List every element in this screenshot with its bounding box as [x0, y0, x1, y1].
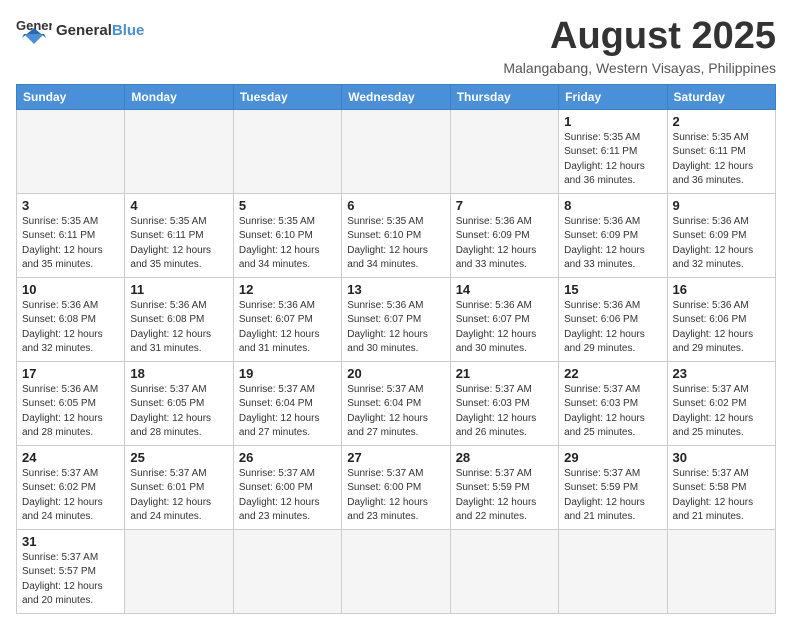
day-12: 12 Sunrise: 5:36 AMSunset: 6:07 PMDaylig… — [233, 277, 341, 361]
calendar-row-2: 3 Sunrise: 5:35 AMSunset: 6:11 PMDayligh… — [17, 193, 776, 277]
day-25: 25 Sunrise: 5:37 AMSunset: 6:01 PMDaylig… — [125, 445, 233, 529]
day-11: 11 Sunrise: 5:36 AMSunset: 6:08 PMDaylig… — [125, 277, 233, 361]
calendar-row-1: 1 Sunrise: 5:35 AMSunset: 6:11 PMDayligh… — [17, 109, 776, 193]
day-27: 27 Sunrise: 5:37 AMSunset: 6:00 PMDaylig… — [342, 445, 450, 529]
header-wednesday: Wednesday — [342, 84, 450, 109]
generalblue-logo-icon: General — [16, 16, 52, 44]
empty-cell — [450, 529, 558, 613]
weekday-header-row: Sunday Monday Tuesday Wednesday Thursday… — [17, 84, 776, 109]
calendar-row-4: 17 Sunrise: 5:36 AMSunset: 6:05 PMDaylig… — [17, 361, 776, 445]
day-29: 29 Sunrise: 5:37 AMSunset: 5:59 PMDaylig… — [559, 445, 667, 529]
calendar-table: Sunday Monday Tuesday Wednesday Thursday… — [16, 84, 776, 614]
header-friday: Friday — [559, 84, 667, 109]
day-3: 3 Sunrise: 5:35 AMSunset: 6:11 PMDayligh… — [17, 193, 125, 277]
header-monday: Monday — [125, 84, 233, 109]
day-31: 31 Sunrise: 5:37 AMSunset: 5:57 PMDaylig… — [17, 529, 125, 613]
day-30: 30 Sunrise: 5:37 AMSunset: 5:58 PMDaylig… — [667, 445, 775, 529]
empty-cell — [450, 109, 558, 193]
empty-cell — [125, 109, 233, 193]
empty-cell — [559, 529, 667, 613]
empty-cell — [233, 529, 341, 613]
header-thursday: Thursday — [450, 84, 558, 109]
day-28: 28 Sunrise: 5:37 AMSunset: 5:59 PMDaylig… — [450, 445, 558, 529]
day-19: 19 Sunrise: 5:37 AMSunset: 6:04 PMDaylig… — [233, 361, 341, 445]
empty-cell — [667, 529, 775, 613]
calendar-row-3: 10 Sunrise: 5:36 AMSunset: 6:08 PMDaylig… — [17, 277, 776, 361]
calendar-row-5: 24 Sunrise: 5:37 AMSunset: 6:02 PMDaylig… — [17, 445, 776, 529]
empty-cell — [17, 109, 125, 193]
month-title: August 2025 — [503, 16, 776, 58]
day-17: 17 Sunrise: 5:36 AMSunset: 6:05 PMDaylig… — [17, 361, 125, 445]
empty-cell — [342, 529, 450, 613]
empty-cell — [125, 529, 233, 613]
day-23: 23 Sunrise: 5:37 AMSunset: 6:02 PMDaylig… — [667, 361, 775, 445]
header-tuesday: Tuesday — [233, 84, 341, 109]
day-20: 20 Sunrise: 5:37 AMSunset: 6:04 PMDaylig… — [342, 361, 450, 445]
header-sunday: Sunday — [17, 84, 125, 109]
title-block: August 2025 Malangabang, Western Visayas… — [503, 16, 776, 76]
day-26: 26 Sunrise: 5:37 AMSunset: 6:00 PMDaylig… — [233, 445, 341, 529]
day-7: 7 Sunrise: 5:36 AMSunset: 6:09 PMDayligh… — [450, 193, 558, 277]
day-10: 10 Sunrise: 5:36 AMSunset: 6:08 PMDaylig… — [17, 277, 125, 361]
day-15: 15 Sunrise: 5:36 AMSunset: 6:06 PMDaylig… — [559, 277, 667, 361]
day-8: 8 Sunrise: 5:36 AMSunset: 6:09 PMDayligh… — [559, 193, 667, 277]
day-18: 18 Sunrise: 5:37 AMSunset: 6:05 PMDaylig… — [125, 361, 233, 445]
logo-text: GeneralBlue — [56, 23, 144, 38]
location: Malangabang, Western Visayas, Philippine… — [503, 60, 776, 76]
day-22: 22 Sunrise: 5:37 AMSunset: 6:03 PMDaylig… — [559, 361, 667, 445]
day-14: 14 Sunrise: 5:36 AMSunset: 6:07 PMDaylig… — [450, 277, 558, 361]
day-1: 1 Sunrise: 5:35 AMSunset: 6:11 PMDayligh… — [559, 109, 667, 193]
day-6: 6 Sunrise: 5:35 AMSunset: 6:10 PMDayligh… — [342, 193, 450, 277]
empty-cell — [342, 109, 450, 193]
day-2: 2 Sunrise: 5:35 AMSunset: 6:11 PMDayligh… — [667, 109, 775, 193]
logo: General GeneralBlue — [16, 16, 144, 44]
empty-cell — [233, 109, 341, 193]
day-16: 16 Sunrise: 5:36 AMSunset: 6:06 PMDaylig… — [667, 277, 775, 361]
header-saturday: Saturday — [667, 84, 775, 109]
day-4: 4 Sunrise: 5:35 AMSunset: 6:11 PMDayligh… — [125, 193, 233, 277]
day-9: 9 Sunrise: 5:36 AMSunset: 6:09 PMDayligh… — [667, 193, 775, 277]
day-21: 21 Sunrise: 5:37 AMSunset: 6:03 PMDaylig… — [450, 361, 558, 445]
calendar-row-6: 31 Sunrise: 5:37 AMSunset: 5:57 PMDaylig… — [17, 529, 776, 613]
day-5: 5 Sunrise: 5:35 AMSunset: 6:10 PMDayligh… — [233, 193, 341, 277]
day-13: 13 Sunrise: 5:36 AMSunset: 6:07 PMDaylig… — [342, 277, 450, 361]
page-header: General GeneralBlue August 2025 Malangab… — [16, 16, 776, 76]
day-24: 24 Sunrise: 5:37 AMSunset: 6:02 PMDaylig… — [17, 445, 125, 529]
